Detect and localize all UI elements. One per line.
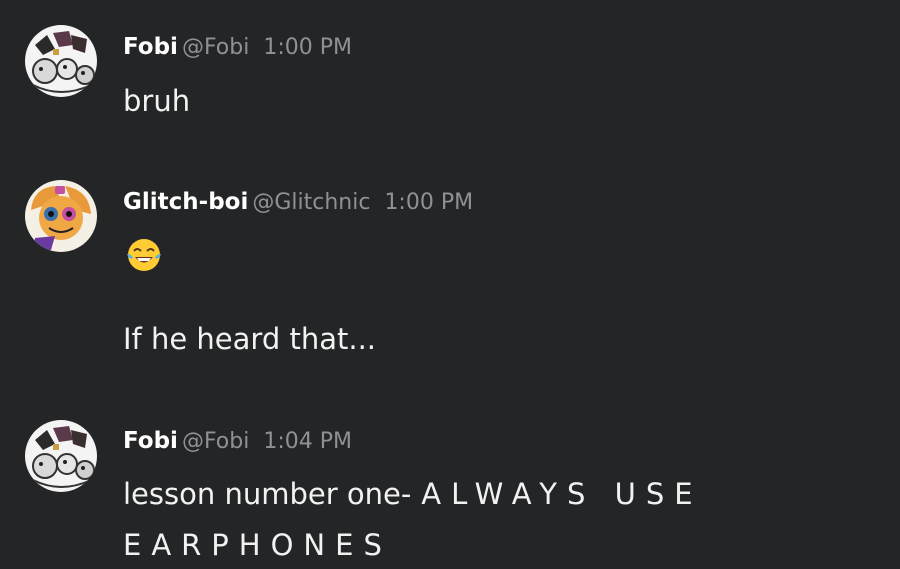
author-name[interactable]: Fobi bbox=[123, 428, 178, 454]
fobi-avatar-icon[interactable] bbox=[25, 420, 97, 492]
fobi-avatar-icon[interactable] bbox=[25, 25, 97, 97]
glitchboi-avatar-icon[interactable] bbox=[25, 180, 97, 252]
message-text: bruh bbox=[123, 84, 191, 118]
face-with-tears-of-joy-icon bbox=[125, 236, 163, 274]
author-handle: @Fobi bbox=[181, 429, 250, 454]
message-text-line: EARPHONES bbox=[123, 528, 392, 562]
message-text-part: ALWAYS USE bbox=[421, 477, 703, 511]
message-text-part: lesson number one- bbox=[123, 477, 412, 511]
message-text-line: lesson number one- ALWAYS USE bbox=[123, 480, 703, 509]
timestamp: 1:00 PM bbox=[263, 35, 353, 60]
author-handle: @Fobi bbox=[181, 35, 250, 60]
timestamp: 1:00 PM bbox=[384, 190, 474, 215]
author-name[interactable]: Fobi bbox=[123, 34, 178, 60]
message-header: Fobi @Fobi 1:00 PM bbox=[123, 36, 352, 59]
author-name[interactable]: Glitch-boi bbox=[123, 189, 248, 215]
author-handle: @Glitchnic bbox=[252, 190, 371, 215]
message-header: Fobi @Fobi 1:04 PM bbox=[123, 430, 352, 453]
timestamp: 1:04 PM bbox=[263, 429, 353, 454]
message-header: Glitch-boi @Glitchnic 1:00 PM bbox=[123, 191, 473, 214]
message-text: If he heard that... bbox=[123, 322, 376, 356]
